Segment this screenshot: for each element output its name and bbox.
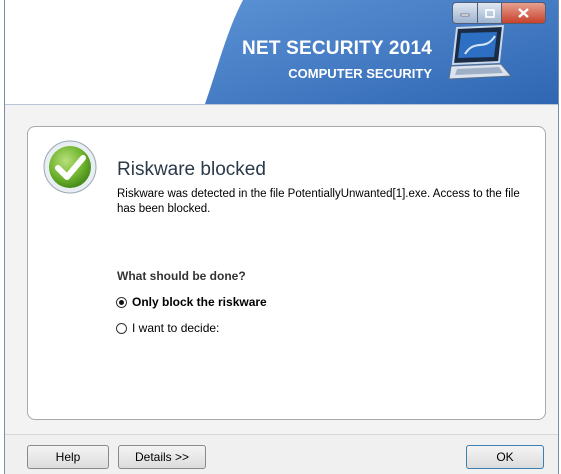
option-block-riskware-label: Only block the riskware	[132, 295, 267, 309]
option-decide-label: I want to decide:	[132, 321, 220, 335]
brand-title: NET SECURITY 2014	[242, 38, 432, 59]
window-controls	[452, 2, 546, 24]
radio-decide[interactable]	[116, 322, 127, 334]
option-block-riskware[interactable]: Only block the riskware	[116, 295, 267, 309]
alert-message: Riskware was detected in the file Potent…	[117, 188, 520, 215]
dialog-window: NET SECURITY 2014 COMPUTER SECURITY Risk…	[4, 0, 559, 474]
maximize-button[interactable]	[478, 2, 502, 24]
details-button[interactable]: Details >>	[118, 445, 206, 469]
button-bar: Help Details >> OK	[5, 434, 558, 474]
header-banner: NET SECURITY 2014 COMPUTER SECURITY	[5, 0, 558, 104]
help-button[interactable]: Help	[27, 445, 109, 469]
ok-button[interactable]: OK	[466, 445, 544, 469]
laptop-icon	[448, 24, 513, 80]
minimize-button[interactable]	[452, 2, 478, 24]
option-decide[interactable]: I want to decide:	[116, 321, 219, 335]
alert-panel: Riskware blocked Riskware was detected i…	[27, 126, 546, 420]
radio-block-riskware[interactable]	[116, 296, 127, 308]
action-question: What should be done?	[117, 269, 246, 283]
checkmark-icon	[43, 140, 97, 194]
header-divider	[5, 104, 558, 105]
alert-title: Riskware blocked	[117, 159, 266, 180]
close-button[interactable]	[502, 2, 546, 24]
brand-subtitle: COMPUTER SECURITY	[288, 66, 432, 81]
minimize-icon	[460, 13, 470, 17]
close-icon	[518, 8, 529, 18]
maximize-icon	[484, 8, 495, 18]
